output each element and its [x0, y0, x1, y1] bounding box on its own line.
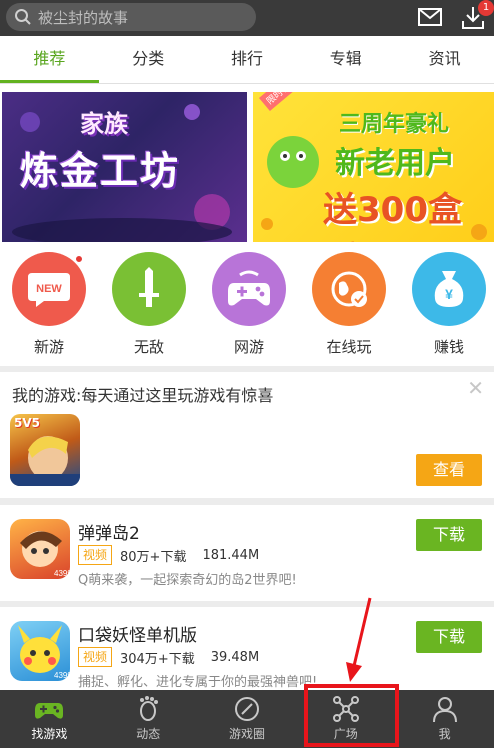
banner-alchemy[interactable]: 家族 炼金工坊	[2, 92, 247, 242]
search-placeholder: 被尘封的故事	[38, 8, 129, 27]
my-game-icon[interactable]: 5V5	[10, 414, 80, 486]
game-character-art: 4399	[20, 531, 70, 578]
category-label: 网游	[233, 338, 264, 356]
category-play-online-circle	[312, 252, 386, 326]
nav-me[interactable]: 我	[395, 690, 494, 748]
banner-anniversary[interactable]: 限时福利 三周年豪礼 新老用户 送300盒币	[253, 92, 494, 242]
bottom-nav: 找游戏 动态 游戏圈 广场 我	[0, 690, 494, 748]
category-new-circle: NEW	[12, 252, 86, 326]
game-icon-pocket-monster: 4399	[10, 621, 70, 681]
category-label: 无敌	[133, 338, 164, 356]
banner-alchemy-title: 炼金工坊	[20, 149, 181, 193]
download-button[interactable]: 下载	[416, 621, 482, 653]
banner-line3: 送300盒币	[323, 190, 462, 242]
nav-find-games[interactable]: 找游戏	[0, 690, 99, 748]
download-button[interactable]: 1	[460, 0, 494, 31]
category-label: 赚钱	[433, 338, 464, 356]
tab-bar: 推荐 分类 排行 专辑 资讯	[0, 36, 494, 84]
file-size: 39.48M	[210, 649, 260, 665]
icon-brand-label: 4399	[54, 671, 70, 680]
search-input[interactable]: 被尘封的故事	[6, 3, 256, 31]
game-character-art: 4399	[18, 625, 70, 680]
nav-game-circle[interactable]: 游戏圈	[198, 690, 297, 748]
new-dot-indicator	[74, 254, 84, 264]
category-label: 在线玩	[326, 338, 372, 356]
game-character-art	[10, 436, 80, 486]
gamepad-icon	[35, 703, 64, 719]
globe-icon	[331, 271, 367, 307]
game-icon-dandan: 4399	[10, 519, 70, 579]
annotation-arrow	[346, 597, 372, 682]
footprint-icon	[140, 696, 159, 721]
sword-icon	[139, 267, 159, 307]
game-meta: 视频 80万+下载 181.44M	[78, 545, 259, 565]
banner-line2: 新老用户	[335, 146, 455, 181]
message-button[interactable]	[416, 5, 444, 31]
svg-text:¥: ¥	[445, 286, 453, 302]
tab-news[interactable]: 资讯	[395, 36, 494, 83]
category-new-games[interactable]: NEW 新游	[10, 252, 88, 357]
nav-label: 游戏圈	[228, 727, 265, 741]
download-button[interactable]: 下载	[416, 519, 482, 551]
my-games-card: 我的游戏:每天通过这里玩游戏有惊喜 ✕ 5V5 查看	[0, 372, 494, 498]
download-badge: 1	[478, 0, 494, 16]
category-earn-money-circle: ¥	[412, 252, 486, 326]
new-icon: NEW	[28, 273, 70, 307]
category-earn-money[interactable]: ¥ 赚钱	[410, 252, 488, 357]
compass-icon	[234, 697, 259, 721]
category-online-circle	[212, 252, 286, 326]
tab-category[interactable]: 分类	[99, 36, 198, 83]
category-label: 新游	[33, 338, 64, 356]
nav-label: 找游戏	[31, 727, 68, 741]
money-bag-icon: ¥	[434, 271, 464, 307]
banner-alchemy-subtitle: 家族	[80, 110, 128, 138]
game-description: 捕捉、孵化、进化专属于你的最强神兽吧!	[78, 675, 318, 690]
new-icon-text: NEW	[36, 283, 62, 295]
nav-label: 动态	[136, 727, 161, 741]
tab-ranking[interactable]: 排行	[198, 36, 297, 83]
download-count: 304万+下载	[120, 651, 195, 667]
banner-line1: 三周年豪礼	[339, 112, 450, 137]
my-games-title: 我的游戏:每天通过这里玩游戏有惊喜	[12, 386, 274, 405]
top-bar: 被尘封的故事 1	[0, 0, 494, 36]
game-name: 口袋妖怪单机版	[78, 626, 197, 646]
banner-area: 家族 炼金工坊 限时福利 三周年豪礼 新老用户 送300盒币	[0, 84, 494, 244]
category-invincible[interactable]: 无敌	[110, 252, 188, 357]
video-tag: 视频	[78, 647, 113, 667]
category-invincible-circle	[112, 252, 186, 326]
nav-label: 我	[438, 727, 451, 741]
icon-brand-label: 4399	[54, 569, 70, 578]
download-count: 80万+下载	[120, 549, 187, 565]
nav-dynamics[interactable]: 动态	[99, 690, 198, 748]
list-item[interactable]: 4399 弹弹岛2 视频 80万+下载 181.44M Q萌来袭，一起探索奇幻的…	[0, 505, 494, 601]
category-online-games[interactable]: 网游	[210, 252, 288, 357]
category-play-online[interactable]: 在线玩	[310, 252, 388, 357]
video-tag: 视频	[78, 545, 113, 565]
file-size: 181.44M	[202, 547, 260, 563]
user-icon	[432, 697, 457, 723]
view-button[interactable]: 查看	[416, 454, 482, 486]
list-item[interactable]: 4399 口袋妖怪单机版 视频 304万+下载 39.48M 捕捉、孵化、进化专…	[0, 607, 494, 703]
close-icon[interactable]: ✕	[467, 376, 484, 400]
game-description: Q萌来袭，一起探索奇幻的岛2世界吧!	[78, 573, 297, 588]
mail-icon	[418, 8, 442, 26]
game-name: 弹弹岛2	[78, 524, 140, 544]
category-row: NEW 新游 无敌 网游 在线玩 ¥ 赚钱	[0, 244, 494, 366]
game-meta: 视频 304万+下载 39.48M	[78, 647, 259, 667]
annotation-highlight-box	[304, 684, 399, 747]
gamepad-icon	[228, 270, 270, 306]
search-icon	[15, 9, 31, 25]
tab-recommend[interactable]: 推荐	[0, 36, 99, 83]
tab-album[interactable]: 专辑	[296, 36, 395, 83]
